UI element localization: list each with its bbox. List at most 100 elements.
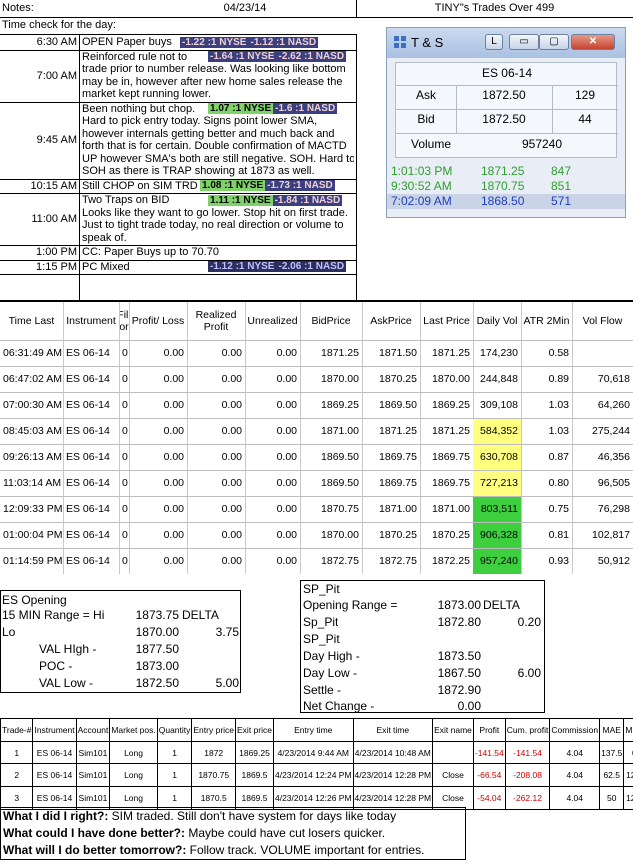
positions-cell: 0 <box>122 477 128 489</box>
trades-cell: 4/23/2014 12:26 PM <box>272 786 354 810</box>
journal-row: 11:00 AM Two Traps on BID Looks like they … <box>0 193 356 245</box>
trades-header: Trade-# <box>0 718 34 742</box>
positions-cell: 1870.00 <box>432 373 470 385</box>
positions-cell: 1872.75 <box>379 555 417 567</box>
positions-cell: 0.00 <box>163 373 184 385</box>
journal-text: trade prior to number release. Was looki… <box>82 63 346 75</box>
positions-cell: 06:47:02 AM <box>3 373 62 385</box>
journal-row: 9:45 AM Been nothing but chop. Hard to pic… <box>0 102 356 179</box>
positions-cell: 0.87 <box>548 451 569 463</box>
positions-cell: 70,618 <box>597 373 630 385</box>
positions-cell: 0.00 <box>163 529 184 541</box>
positions-cell: 0 <box>122 529 128 541</box>
journal-row: 1:00 PM CC: Paper Buys up to 70.70 <box>0 245 356 260</box>
trades-cell: Sim101 <box>75 763 111 788</box>
positions-cell: 957,240 <box>473 549 521 574</box>
positions-header: Daily Vol <box>476 315 518 327</box>
time-and-sales-window[interactable]: T & S L ▭ ▢ ✕ ES 06-14 Ask 1872.50 129 B… <box>386 27 626 218</box>
journal-text: Just to tight trade today, no real direc… <box>82 219 344 231</box>
positions-header: Fill or <box>119 309 129 333</box>
trades-cell: 1872 <box>191 740 237 765</box>
minimize-icon[interactable]: ▭ <box>509 34 539 50</box>
journal-time: 7:00 AM <box>36 69 77 82</box>
day-high-label: Day High - <box>303 649 360 663</box>
positions-cell: 1.03 <box>548 399 569 411</box>
positions-header: AskPrice <box>370 315 412 327</box>
positions-cell: 584,352 <box>473 419 521 444</box>
journal-text: speak of. <box>82 231 127 244</box>
review-line: What will I do better tomorrow?: Follow … <box>3 843 463 859</box>
ts-tick-size: 847 <box>551 164 572 178</box>
positions-cell: 0.00 <box>276 373 297 385</box>
sp-pit-label: Sp_Pit <box>303 615 339 629</box>
positions-cell: 1870.25 <box>379 373 417 385</box>
positions-cell: 0.81 <box>548 529 569 541</box>
bid-price: 1872.50 <box>482 112 526 126</box>
ts-tick-time: 9:30:52 AM <box>391 179 452 193</box>
positions-header: BidPrice <box>311 315 351 327</box>
trades-cell: Long <box>109 740 158 765</box>
ts-tick-row[interactable]: 9:30:52 AM 1870.75 851 <box>387 179 625 194</box>
breadth-tag: 1.11 :1 NYSE <box>208 194 273 206</box>
close-icon[interactable]: ✕ <box>571 34 615 50</box>
positions-cell: 1869.50 <box>321 477 359 489</box>
positions-cell: 0 <box>122 451 128 463</box>
positions-cell: 1870.25 <box>432 529 470 541</box>
trades-cell: 1869.25 <box>235 740 274 765</box>
positions-cell: ES 06-14 <box>66 451 110 463</box>
ts-tick-row[interactable]: 1:01:03 PM 1871.25 847 <box>387 164 625 179</box>
positions-cell: 1870.75 <box>321 503 359 515</box>
review-line: What could I have done better?: Maybe co… <box>3 826 463 842</box>
positions-cell: 1870.25 <box>379 529 417 541</box>
positions-cell: 1869.75 <box>379 451 417 463</box>
positions-cell: 0.80 <box>548 477 569 489</box>
val-high: 1877.50 <box>135 642 179 656</box>
trades-header: Market pos. <box>109 718 158 742</box>
positions-cell: 0 <box>122 399 128 411</box>
ts-tick-size: 851 <box>551 179 572 193</box>
sp-pit-label-2: SP_Pit <box>303 632 340 646</box>
range-lo: 1870.00 <box>135 625 179 639</box>
journal-time: 9:45 AM <box>36 134 77 146</box>
val-low: 1872.50 <box>135 676 179 690</box>
trades-cell: Close <box>432 786 474 810</box>
review-box: What I did I right?: SIM traded. Still d… <box>0 807 466 860</box>
trades-cell: Long <box>109 786 158 810</box>
trades-cell: -54.04 <box>472 786 506 810</box>
ts-tick-list[interactable]: 1:01:03 PM 1871.25 847 9:30:52 AM 1870.75 851… <box>387 164 625 214</box>
breadth-tag: -1.84 :1 NASD <box>272 194 343 206</box>
positions-cell: 0.00 <box>276 529 297 541</box>
positions-cell: 0.89 <box>548 373 569 385</box>
es-opening-title: ES Opening <box>2 593 67 607</box>
sp-pit-box: SP_Pit Opening Range = 1873.00 DELTA Sp_… <box>300 580 545 713</box>
journal-time: 1:15 PM <box>36 260 77 273</box>
range-lo-label: Lo <box>2 625 16 639</box>
breadth-tag: -1.6 :1 NASD <box>273 103 338 115</box>
settle-value: 1872.90 <box>437 683 481 697</box>
positions-cell: 0.00 <box>221 373 242 385</box>
positions-cell: 0.00 <box>163 399 184 411</box>
review-question: What will I do better tomorrow?: <box>3 843 187 857</box>
positions-cell: 96,505 <box>597 477 630 489</box>
positions-cell: 0.00 <box>276 477 297 489</box>
positions-cell: 1869.25 <box>321 399 359 411</box>
positions-cell: 0 <box>122 347 128 359</box>
ts-lock-button[interactable]: L <box>485 34 503 50</box>
trades-table: Trade-# Instrument Account Market pos. Quant… <box>0 718 633 810</box>
breadth-tag: -2.62 :1 NASD <box>276 51 347 63</box>
ts-tick-time: 7:02:09 AM <box>391 194 452 208</box>
positions-cell: 309,108 <box>480 399 518 411</box>
ts-tick-row[interactable]: 7:02:09 AM 1868.50 571 <box>387 194 625 209</box>
positions-cell: 1871.25 <box>432 347 470 359</box>
positions-cell: 1871.25 <box>321 347 359 359</box>
sp-delta-label: DELTA <box>483 598 520 612</box>
positions-cell: ES 06-14 <box>66 477 110 489</box>
trades-cell: 50 <box>599 786 625 810</box>
journal-text: forth that is for certain. Double confir… <box>82 140 347 152</box>
positions-cell: 76,298 <box>597 503 630 515</box>
maximize-icon[interactable]: ▢ <box>539 34 569 50</box>
positions-cell: 1872.25 <box>432 555 470 567</box>
journal-time: 11:00 AM <box>31 213 77 225</box>
ts-titlebar[interactable]: T & S L ▭ ▢ ✕ <box>387 28 625 58</box>
notes-label: Notes: <box>2 2 34 14</box>
